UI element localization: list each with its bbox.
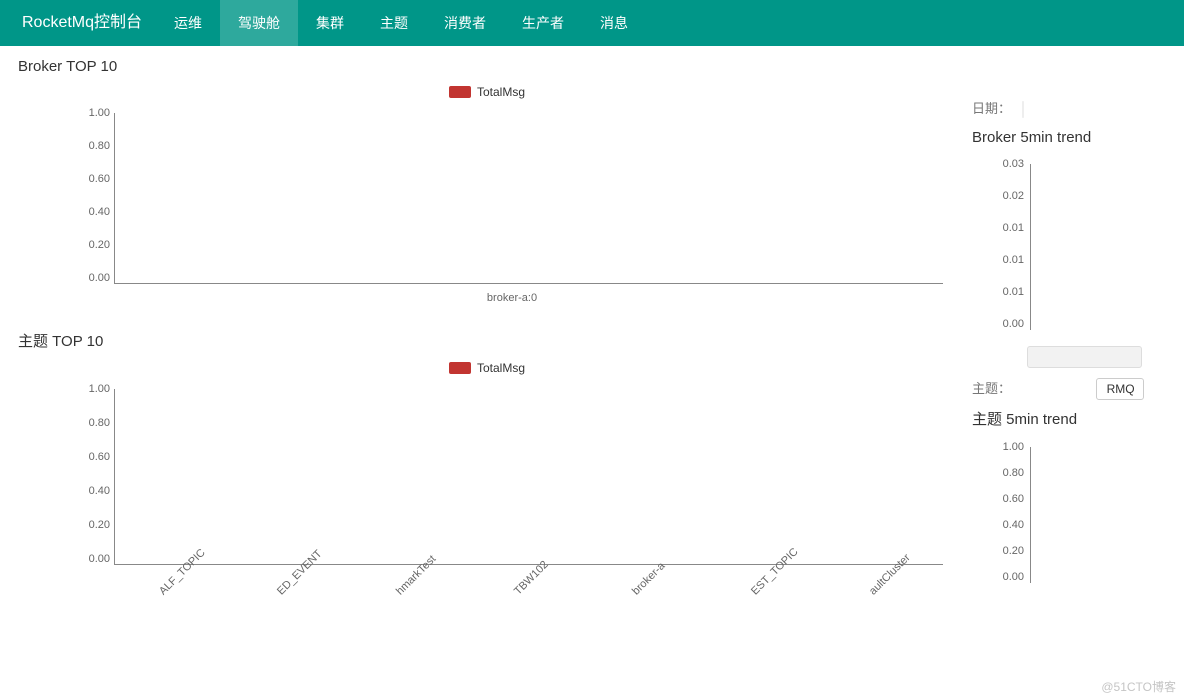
legend-label: TotalMsg [477, 361, 525, 375]
y-tick: 0.60 [70, 451, 110, 463]
navbar: RocketMq控制台 运维驾驶舱集群主题消费者生产者消息 [0, 0, 1184, 46]
brand-title: RocketMq控制台 [8, 0, 156, 46]
chart-legend[interactable]: TotalMsg [12, 361, 962, 375]
nav-item-3[interactable]: 主题 [362, 0, 426, 46]
nav-item-1[interactable]: 驾驶舱 [220, 0, 298, 46]
y-tick: 0.60 [70, 173, 110, 185]
y-tick: 0.40 [70, 206, 110, 218]
y-tick: 0.40 [984, 519, 1024, 531]
nav-item-2[interactable]: 集群 [298, 0, 362, 46]
y-axis: 1.00 0.80 0.60 0.40 0.20 0.00 [986, 441, 1026, 583]
topic-label: 主题： [972, 378, 1022, 397]
y-axis: 1.00 0.80 0.60 0.40 0.20 0.00 [72, 107, 112, 284]
chart-plot [114, 389, 942, 565]
chart-topic-5min: 1.000.800.600.400.200.00 [992, 441, 1182, 591]
chart-title: 主题 5min trend [972, 408, 1182, 429]
chart-title: 主题 TOP 10 [12, 330, 962, 351]
chart-plot [1030, 447, 1182, 583]
y-tick: 0.40 [70, 485, 110, 497]
y-tick: 0.01 [984, 286, 1024, 298]
watermark: @51CTO博客 [1101, 678, 1176, 695]
y-tick: 0.20 [70, 519, 110, 531]
y-tick: 0.01 [984, 254, 1024, 266]
y-tick: 0.80 [984, 467, 1024, 479]
chart-plot [114, 113, 942, 284]
y-axis: 1.00 0.80 0.60 0.40 0.20 0.00 [72, 383, 112, 565]
right-column: 日期： Broker 5min trend 0.03 0.02 0.01 0.01 0.… [962, 58, 1182, 611]
content: Broker TOP 10 TotalMsg 1.000.800.600.400… [0, 46, 1184, 611]
y-tick: 0.01 [984, 222, 1024, 234]
y-tick: 0.80 [70, 417, 110, 429]
chart-topic-top10: 主题 TOP 10 TotalMsg 1.000.800.600.400.200… [12, 330, 962, 583]
y-tick: 1.00 [70, 383, 110, 395]
y-tick: 0.60 [984, 493, 1024, 505]
y-tick: 0.00 [984, 571, 1024, 583]
y-tick: 1.00 [984, 441, 1024, 453]
nav-item-0[interactable]: 运维 [156, 0, 220, 46]
chart-plot [1030, 164, 1182, 330]
left-column: Broker TOP 10 TotalMsg 1.000.800.600.400… [12, 58, 962, 611]
x-axis-label: broker-a:0 [487, 292, 537, 304]
nav-items: 运维驾驶舱集群主题消费者生产者消息 [156, 0, 646, 46]
y-tick: 0.03 [984, 158, 1024, 170]
legend-swatch-icon [449, 362, 471, 374]
y-axis: 0.03 0.02 0.01 0.01 0.01 0.00 [986, 158, 1026, 330]
chart-slider[interactable] [1027, 346, 1142, 368]
chart-broker-top10: Broker TOP 10 TotalMsg 1.000.800.600.400… [12, 58, 962, 302]
y-tick: 0.00 [70, 553, 110, 565]
date-row: 日期： [972, 98, 1182, 117]
nav-item-4[interactable]: 消费者 [426, 0, 504, 46]
y-tick: 0.20 [984, 545, 1024, 557]
y-tick: 0.00 [984, 318, 1024, 330]
chart-area: 1.000.800.600.400.200.00 broker-a:0 [82, 107, 942, 302]
chart-broker-5min: 0.030.020.010.010.010.00 [992, 158, 1182, 338]
date-input[interactable] [1022, 101, 1024, 118]
legend-label: TotalMsg [477, 85, 525, 99]
y-tick: 1.00 [70, 107, 110, 119]
nav-item-6[interactable]: 消息 [582, 0, 646, 46]
x-axis-categories: ALF_TOPICED_EVENThmarkTestTBW102broker-a… [114, 581, 942, 631]
y-tick: 0.02 [984, 190, 1024, 202]
y-tick: 0.80 [70, 140, 110, 152]
chart-area: 1.000.800.600.400.200.00 ALF_TOPICED_EVE… [82, 383, 942, 583]
nav-item-5[interactable]: 生产者 [504, 0, 582, 46]
date-label: 日期： [972, 98, 1022, 117]
y-tick: 0.00 [70, 272, 110, 284]
chart-title: Broker 5min trend [972, 129, 1182, 146]
chart-legend[interactable]: TotalMsg [12, 85, 962, 99]
chart-title: Broker TOP 10 [12, 58, 962, 75]
legend-swatch-icon [449, 86, 471, 98]
topic-row: 主题： RMQ [972, 378, 1182, 400]
y-tick: 0.20 [70, 239, 110, 251]
x-tick: broker-a [630, 560, 667, 597]
topic-select[interactable]: RMQ [1096, 378, 1144, 400]
